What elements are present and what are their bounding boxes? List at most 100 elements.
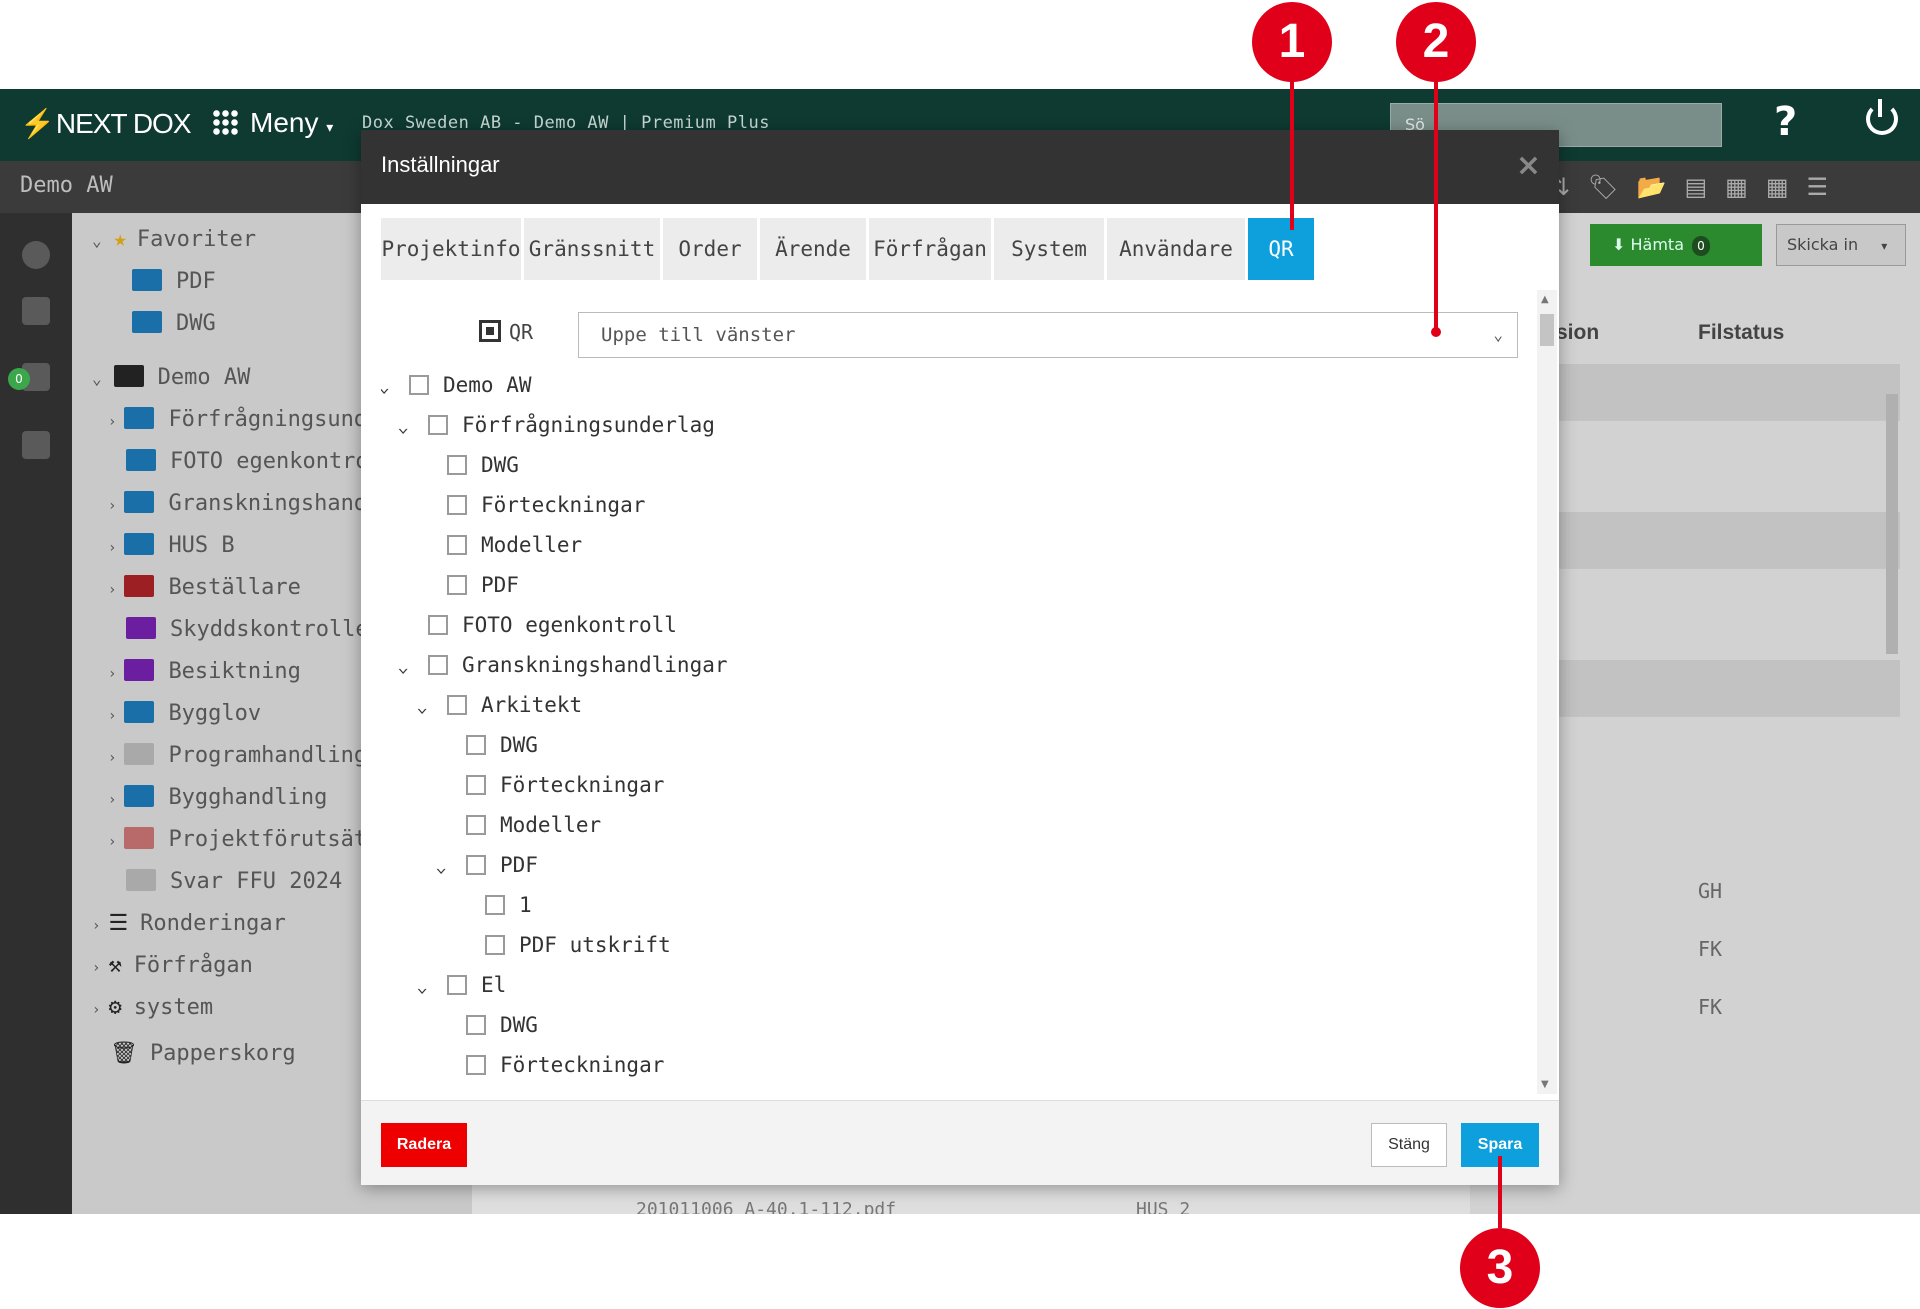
tree-trash[interactable]: 🗑 Papperskorg (110, 1041, 296, 1066)
tree-ronderingar[interactable]: › ☰ Ronderingar (92, 911, 286, 936)
folder-open-icon[interactable]: 📂 (1637, 173, 1685, 201)
tree-label: Besiktning (168, 659, 301, 684)
modal-scrollbar[interactable]: ▲ ▼ (1537, 290, 1557, 1094)
checkbox[interactable] (466, 855, 486, 875)
file-status: GH (1698, 879, 1723, 903)
grid-large-icon[interactable]: ▦ (1725, 173, 1766, 201)
tree-node[interactable]: ⌄ Arkitekt (416, 688, 582, 724)
qr-position-select[interactable]: Uppe till vänster ⌄ (578, 312, 1518, 358)
checkbox[interactable] (428, 615, 448, 635)
chevron-down-icon[interactable]: ⌄ (435, 850, 458, 884)
power-icon[interactable] (1866, 99, 1898, 135)
tree-node[interactable]: 1 (457, 888, 532, 922)
parking-icon[interactable] (22, 241, 50, 269)
checkbox[interactable] (466, 735, 486, 755)
skicka-in-button[interactable]: Skicka in ▾ (1776, 224, 1906, 266)
tree-node-label: Förfrågningsunderlag (462, 413, 715, 437)
tab-system[interactable]: System (994, 218, 1104, 280)
list-scrollbar[interactable] (1886, 394, 1898, 654)
column-header-version[interactable]: sion (1556, 321, 1599, 345)
checkbox[interactable] (409, 375, 429, 395)
tree-node[interactable]: Förteckningar (438, 768, 664, 802)
tree-node[interactable]: ⌄ PDF (435, 848, 538, 884)
checkbox[interactable] (447, 695, 467, 715)
checkbox[interactable] (466, 1055, 486, 1075)
scroll-thumb[interactable] (1540, 314, 1554, 346)
tree-folder[interactable]: › Beställare (108, 575, 301, 600)
chevron-down-icon[interactable]: ⌄ (381, 370, 402, 404)
checkbox[interactable] (466, 815, 486, 835)
folder-icon[interactable] (22, 297, 50, 325)
tree-node[interactable]: DWG (438, 728, 538, 762)
tab-arende[interactable]: Ärende (760, 218, 866, 280)
tree-system[interactable]: › ⚙ system (92, 995, 213, 1020)
tab-projektinfo[interactable]: Projektinfo (381, 218, 521, 280)
tree-fav-item[interactable]: DWG (132, 311, 216, 336)
tab-granssnitt[interactable]: Gränssnitt (524, 218, 660, 280)
tree-node[interactable]: ⌄ Förfrågningsunderlag (397, 408, 715, 444)
tree-node[interactable]: Modeller (438, 808, 601, 842)
skicka-label: Skicka in (1787, 235, 1859, 254)
tab-qr[interactable]: QR (1248, 218, 1314, 280)
close-button[interactable]: Stäng (1371, 1123, 1447, 1167)
tree-folder[interactable]: › Programhandling (108, 743, 367, 768)
tab-anvandare[interactable]: Användare (1107, 218, 1245, 280)
chevron-down-icon[interactable]: ⌄ (416, 970, 439, 1004)
chevron-down-icon[interactable]: ⌄ (397, 650, 420, 684)
tree-node[interactable]: FOTO egenkontroll (400, 608, 677, 642)
lock-icon[interactable] (22, 431, 50, 459)
hamta-button[interactable]: ⬇ Hämta 0 (1590, 224, 1762, 266)
tree-folder[interactable]: › Besiktning (108, 659, 301, 684)
chevron-down-icon[interactable]: ⌄ (416, 690, 439, 724)
tree-forfragan[interactable]: › ⚒ Förfrågan (92, 953, 253, 978)
tree-node[interactable]: Modeller (419, 528, 582, 562)
folder-icon (132, 269, 162, 291)
scroll-up-icon[interactable]: ▲ (1541, 294, 1549, 305)
checkbox[interactable] (447, 575, 467, 595)
tab-order[interactable]: Order (663, 218, 757, 280)
tab-forfragan[interactable]: Förfrågan (869, 218, 991, 280)
grid-small-icon[interactable]: ▦ (1766, 173, 1807, 201)
tree-folder[interactable]: Svar FFU 2024 (126, 869, 342, 894)
tree-folder[interactable]: FOTO egenkontroll (126, 449, 395, 474)
tree-node[interactable]: ⌄ Granskningshandlingar (397, 648, 727, 684)
list-icon[interactable]: ▤ (1684, 173, 1725, 201)
checkbox[interactable] (485, 895, 505, 915)
tree-node[interactable]: PDF utskrift (457, 928, 671, 962)
tree-node[interactable]: ⌄ El (416, 968, 506, 1004)
checkbox[interactable] (447, 535, 467, 555)
tag-icon[interactable]: 🏷 (1588, 173, 1636, 201)
checkbox[interactable] (447, 975, 467, 995)
tree-folder[interactable]: › Bygglov (108, 701, 261, 726)
checkbox[interactable] (447, 495, 467, 515)
file-name[interactable]: 201011006_A-40.1-112.pdf (636, 1199, 896, 1214)
tree-node-demo-aw[interactable]: ⌄ Demo AW (381, 368, 532, 402)
column-header-filstatus[interactable]: Filstatus (1698, 321, 1784, 345)
tree-node[interactable]: Förteckningar (419, 488, 645, 522)
menu-button[interactable]: Meny ▾ (212, 107, 333, 139)
tree-node[interactable]: DWG (419, 448, 519, 482)
checkbox[interactable] (428, 655, 448, 675)
checkbox[interactable] (428, 415, 448, 435)
tree-favorites[interactable]: ⌄ ★ Favoriter (92, 227, 256, 252)
chevron-down-icon: ▾ (1881, 239, 1888, 253)
tree-root[interactable]: ⌄ Demo AW (92, 365, 250, 390)
tree-fav-item[interactable]: PDF (132, 269, 216, 294)
tree-folder[interactable]: › Bygghandling (108, 785, 327, 810)
tree-label: PDF (176, 269, 216, 294)
checkbox[interactable] (466, 1015, 486, 1035)
close-icon[interactable]: × (1516, 148, 1541, 183)
scroll-down-icon[interactable]: ▼ (1541, 1079, 1549, 1090)
checkbox[interactable] (485, 935, 505, 955)
checkbox[interactable] (466, 775, 486, 795)
tree-node[interactable]: DWG (438, 1008, 538, 1042)
nextdox-logo[interactable]: ⚡NEXT DOX (20, 107, 191, 140)
checkbox[interactable] (447, 455, 467, 475)
tree-node[interactable]: PDF (419, 568, 519, 602)
chevron-down-icon[interactable]: ⌄ (397, 410, 420, 444)
tree-node[interactable]: Förteckningar (438, 1048, 664, 1082)
delete-button[interactable]: Radera (381, 1123, 467, 1167)
help-icon[interactable]: ? (1774, 99, 1797, 145)
tree-folder[interactable]: › HUS B (108, 533, 235, 558)
list-view-icon[interactable]: ☰ (1807, 173, 1847, 201)
